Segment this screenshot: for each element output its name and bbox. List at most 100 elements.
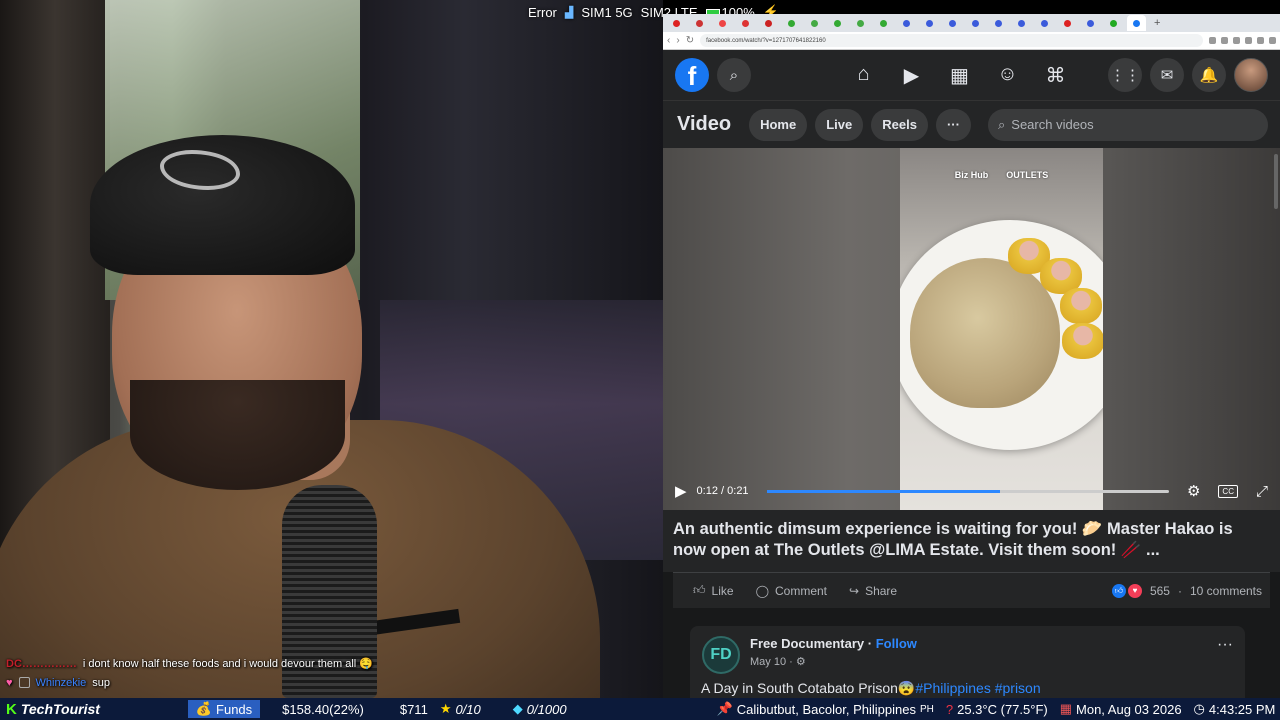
notifications-bell-icon[interactable]: 🔔 <box>1192 58 1226 92</box>
fried-rice <box>910 258 1060 408</box>
pin-icon: 📌 <box>716 701 733 716</box>
post-header: FD Free Documentary · Follow May 10 · ⚙ … <box>702 636 1233 674</box>
facebook-logo-icon[interactable]: f <box>675 58 709 92</box>
profile-avatar[interactable] <box>1234 58 1268 92</box>
comment-count[interactable]: 10 comments <box>1190 584 1262 598</box>
channel-name: TechTourist <box>20 701 100 717</box>
video-brand-overlay: Biz Hub OUTLETS <box>900 170 1103 180</box>
browser-tab[interactable] <box>759 17 778 29</box>
privacy-gear-icon: ⚙ <box>795 656 806 668</box>
browser-tab[interactable] <box>782 17 801 29</box>
progress-fill <box>766 489 1000 493</box>
next-video-post: FD Free Documentary · Follow May 10 · ⚙ … <box>690 626 1245 706</box>
share-button[interactable]: ↪ Share <box>849 584 897 598</box>
groups-icon[interactable]: ☺ <box>995 63 1021 88</box>
page-name[interactable]: Free Documentary <box>750 636 864 651</box>
page-scrollbar[interactable] <box>1274 154 1278 209</box>
play-icon[interactable]: ▶ <box>675 482 687 500</box>
browser-tab[interactable] <box>966 17 985 29</box>
nav-pill-live[interactable]: Live <box>815 108 864 141</box>
browser-tab[interactable] <box>805 17 824 29</box>
home-icon[interactable]: ⌂ <box>851 63 877 88</box>
browser-tab[interactable] <box>713 17 732 29</box>
browser-tab[interactable] <box>897 17 916 29</box>
share-label: Share <box>865 583 898 598</box>
comment-button[interactable]: ◯ Comment <box>756 584 827 598</box>
browser-tab[interactable] <box>851 17 870 29</box>
forward-icon[interactable]: › <box>676 35 679 46</box>
nav-pill-reels[interactable]: Reels <box>871 108 928 141</box>
captions-icon[interactable]: CC <box>1218 484 1238 498</box>
reaction-stats: 👍︎ ♥ 565 · 10 comments <box>1111 583 1262 598</box>
browser-tab[interactable] <box>667 17 686 29</box>
player-right-controls: ⚙ CC ⤢ <box>1187 482 1268 501</box>
browser-tab[interactable] <box>1104 17 1123 29</box>
post-hashtags[interactable]: #Philippines #prison <box>915 680 1040 696</box>
funds-segment: 💰 Funds $158.40(22%) <box>182 698 370 720</box>
video-icon[interactable]: ▶ <box>899 63 925 88</box>
date-text: Mon, Aug 03 2026 <box>1076 701 1182 717</box>
page-avatar[interactable]: FD <box>702 636 740 674</box>
like-button[interactable]: 👍︎ Like <box>693 583 734 598</box>
post-date: May 10 · ⚙ <box>750 655 917 668</box>
chat-message: DC…………… i dont know half these foods and… <box>6 654 656 673</box>
extension-icon[interactable] <box>1209 37 1216 44</box>
time-text: 4:43:25 PM <box>1208 701 1276 717</box>
extension-icon[interactable] <box>1221 37 1228 44</box>
status-error: Error <box>528 4 557 20</box>
back-icon[interactable]: ‹ <box>667 35 670 46</box>
new-tab-icon[interactable]: + <box>1154 17 1160 29</box>
post-date-text[interactable]: May 10 · <box>750 656 793 668</box>
nav-pill-home[interactable]: Home <box>749 108 808 141</box>
time-segment: ◷ 4:43:25 PM <box>1188 698 1280 720</box>
post-meta: Free Documentary · Follow May 10 · ⚙ <box>750 636 917 668</box>
progress-bar[interactable] <box>766 489 1169 493</box>
browser-tab[interactable] <box>920 17 939 29</box>
browser-tab[interactable] <box>1035 17 1054 29</box>
extension-icon[interactable] <box>1245 37 1252 44</box>
search-videos-input[interactable]: ⌕ Search videos <box>988 108 1268 141</box>
video-player[interactable]: Biz Hub OUTLETS ▶ 0:12 / 0:21 ⚙ CC ⤢ <box>663 148 1280 510</box>
browser-tab[interactable] <box>989 17 1008 29</box>
chat-text: i dont know half these foods and i would… <box>82 658 373 670</box>
weather-segment: ? 25.3°C (77.5°F) <box>940 698 1054 720</box>
post-body: A Day in South Cotabato Prison😨 <box>701 680 916 696</box>
extension-icons <box>1209 37 1276 44</box>
post-text: A Day in South Cotabato Prison😨#Philippi… <box>701 680 1233 697</box>
player-controls: ▶ 0:12 / 0:21 ⚙ CC ⤢ <box>663 480 1280 502</box>
browser-tab[interactable] <box>1058 17 1077 29</box>
post-more-icon[interactable]: ··· <box>1217 636 1233 654</box>
menu-grid-icon[interactable]: ⋮⋮ <box>1108 58 1142 92</box>
main-nav: ⌂ ▶ ▦ ☺ ⌘ <box>791 63 1069 88</box>
browser-tab-active[interactable] <box>1127 15 1146 31</box>
browser-tab[interactable] <box>1081 17 1100 29</box>
browser-tab[interactable] <box>874 17 893 29</box>
messenger-icon[interactable]: ✉ <box>1150 58 1184 92</box>
browser-tab[interactable] <box>828 17 847 29</box>
browser-tab[interactable] <box>943 17 962 29</box>
facebook-header: f ⌕ ⌂ ▶ ▦ ☺ ⌘ ⋮⋮ ✉ 🔔 <box>663 50 1280 100</box>
reload-icon[interactable]: ↻ <box>686 35 694 46</box>
extension-icon[interactable] <box>1233 37 1240 44</box>
video-subnav: Video Home Live Reels ··· ⌕ Search video… <box>663 100 1280 148</box>
date-segment: ▦ Mon, Aug 03 2026 <box>1054 698 1188 720</box>
browser-tab[interactable] <box>1012 17 1031 29</box>
fullscreen-icon[interactable]: ⤢ <box>1256 483 1268 500</box>
reaction-count[interactable]: 565 <box>1150 584 1170 598</box>
webcam-feed: DC…………… i dont know half these foods and… <box>0 0 663 698</box>
marketplace-icon[interactable]: ▦ <box>947 63 973 88</box>
browser-tab[interactable] <box>736 17 755 29</box>
follow-button[interactable]: Follow <box>876 636 917 651</box>
browser-tab[interactable] <box>690 17 709 29</box>
settings-gear-icon[interactable]: ⚙ <box>1187 482 1200 500</box>
video-actions: 👍︎ Like ◯ Comment ↪ Share 👍︎ ♥ 565 · 10 com… <box>673 572 1270 608</box>
search-icon[interactable]: ⌕ <box>717 58 751 92</box>
url-field[interactable]: facebook.com/watch/?v=1271707641822160 <box>700 34 1203 47</box>
kick-logo-icon: K <box>6 700 17 718</box>
extension-icon[interactable] <box>1257 37 1264 44</box>
gaming-icon[interactable]: ⌘ <box>1043 63 1069 88</box>
more-options-button[interactable]: ··· <box>935 108 971 141</box>
location-text: Calibutbut, Bacolor, Philippines <box>736 701 916 717</box>
brand-outlets: OUTLETS <box>1006 170 1049 180</box>
extension-icon[interactable] <box>1269 37 1276 44</box>
